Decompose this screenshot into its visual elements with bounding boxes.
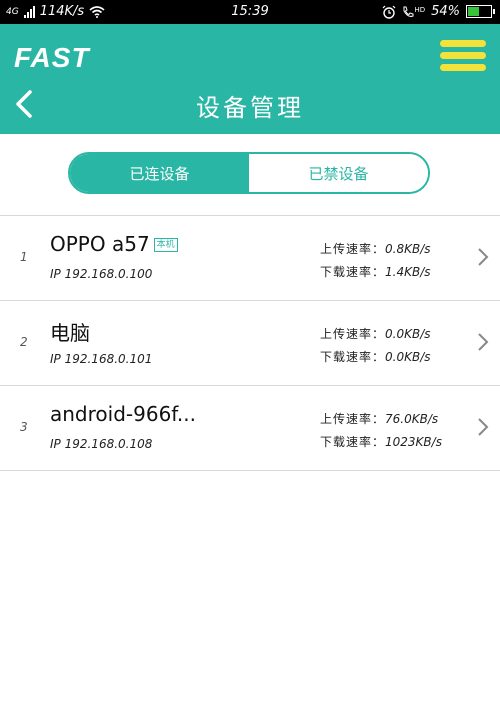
fast-logo: FAST bbox=[14, 42, 90, 73]
download-rate: 0.0KB/s bbox=[385, 350, 431, 364]
device-ip: IP 192.168.0.101 bbox=[50, 352, 153, 366]
alarm-icon bbox=[383, 5, 396, 19]
download-label: 下载速率： bbox=[320, 265, 386, 279]
phone-hd-icon: HD bbox=[402, 6, 425, 18]
device-name: 电脑 bbox=[50, 321, 90, 345]
upload-rate: 0.8KB/s bbox=[385, 242, 431, 256]
device-name: android-966f... bbox=[50, 402, 196, 426]
this-device-badge: 本机 bbox=[153, 238, 178, 252]
download-label: 下载速率： bbox=[320, 435, 386, 449]
download-label: 下载速率： bbox=[320, 350, 386, 364]
page-title: 设备管理 bbox=[196, 94, 304, 122]
battery-fill bbox=[468, 7, 479, 16]
device-row[interactable]: 2 电脑 IP 192.168.0.101 上传速率：0.0KB/s 下载速率：… bbox=[0, 301, 500, 386]
device-ip: IP 192.168.0.108 bbox=[50, 437, 153, 451]
device-row[interactable]: 3 android-966f... IP 192.168.0.108 上传速率：… bbox=[0, 386, 500, 471]
device-name-wrap: 电脑 bbox=[50, 317, 90, 346]
device-ip: IP 192.168.0.100 bbox=[50, 267, 153, 281]
status-right: HD 54% bbox=[382, 4, 495, 19]
device-name-wrap: android-966f... bbox=[50, 402, 196, 426]
device-name-wrap: OPPO a57 本机 bbox=[50, 232, 178, 256]
status-bar: 4G 114K/s 15:39 HD 54% bbox=[0, 0, 500, 24]
upload-label: 上传速率： bbox=[320, 242, 386, 256]
device-index: 2 bbox=[20, 335, 28, 349]
device-stats: 上传速率：0.8KB/s 下载速率：1.4KB/s bbox=[320, 238, 431, 284]
battery-percent: 54% bbox=[431, 4, 460, 19]
upload-label: 上传速率： bbox=[320, 412, 386, 426]
device-row[interactable]: 1 OPPO a57 本机 IP 192.168.0.100 上传速率：0.8K… bbox=[0, 216, 500, 301]
upload-label: 上传速率： bbox=[320, 327, 386, 341]
chevron-right-icon[interactable] bbox=[476, 246, 490, 268]
device-list: 1 OPPO a57 本机 IP 192.168.0.100 上传速率：0.8K… bbox=[0, 215, 500, 471]
device-index: 1 bbox=[20, 250, 28, 264]
device-stats: 上传速率：76.0KB/s 下载速率：1023KB/s bbox=[320, 408, 442, 454]
upload-rate: 76.0KB/s bbox=[385, 412, 439, 426]
chevron-right-icon[interactable] bbox=[476, 331, 490, 353]
menu-icon[interactable] bbox=[440, 40, 486, 76]
tab-blocked-devices[interactable]: 已禁设备 bbox=[249, 154, 428, 192]
upload-rate: 0.0KB/s bbox=[385, 327, 431, 341]
device-name: OPPO a57 bbox=[50, 232, 150, 256]
app-header: FAST 设备管理 bbox=[0, 24, 500, 134]
volte-label: HD bbox=[414, 5, 426, 14]
download-rate: 1023KB/s bbox=[385, 435, 442, 449]
chevron-right-icon[interactable] bbox=[476, 416, 490, 438]
download-rate: 1.4KB/s bbox=[385, 265, 431, 279]
device-index: 3 bbox=[20, 420, 28, 434]
device-tabs: 已连设备 已禁设备 bbox=[68, 152, 430, 194]
battery-icon bbox=[466, 5, 495, 18]
device-stats: 上传速率：0.0KB/s 下载速率：0.0KB/s bbox=[320, 323, 431, 369]
tab-connected-devices[interactable]: 已连设备 bbox=[70, 154, 249, 192]
